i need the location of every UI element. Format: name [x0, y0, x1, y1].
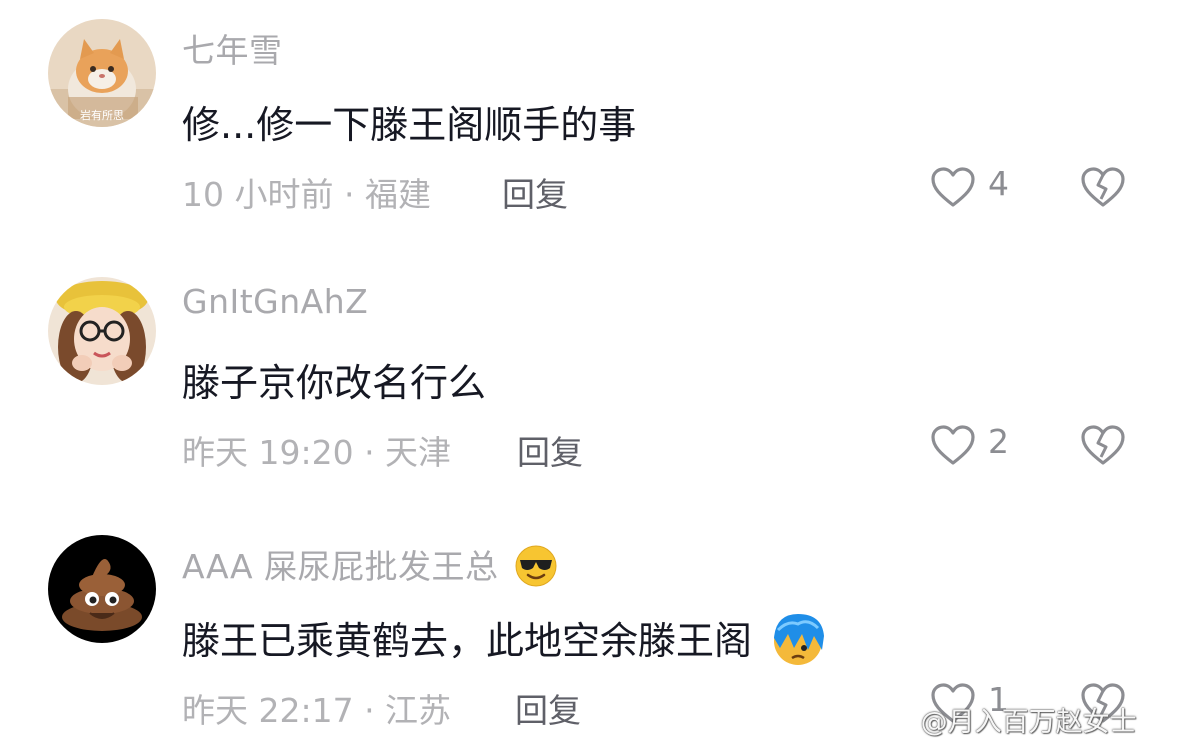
heart-outline-icon [931, 167, 975, 207]
reply-button[interactable]: 回复 [515, 684, 581, 732]
dislike-button[interactable] [1080, 166, 1128, 214]
broken-heart-icon [1081, 425, 1125, 465]
like-button[interactable]: 4 [930, 164, 1020, 212]
like-button[interactable]: 2 [930, 422, 1020, 470]
girl-avatar-image [48, 277, 156, 385]
weibo-logo-icon [872, 707, 913, 739]
comment-text: 滕王已乘黄鹤去，此地空余滕王阁 [182, 619, 753, 663]
username[interactable]: GnItGnAhZ [182, 282, 368, 321]
reply-button[interactable]: 回复 [517, 426, 583, 474]
like-count: 2 [988, 422, 1009, 461]
comment-text: 修...修一下滕王阁顺手的事 [182, 103, 637, 147]
comment-text: 滕子京你改名行么 [182, 361, 487, 405]
like-count: 4 [988, 164, 1009, 203]
username[interactable]: 七年雪 [182, 24, 283, 72]
poop-avatar-image [48, 535, 156, 643]
avatar[interactable] [48, 535, 156, 643]
dislike-button[interactable] [1080, 424, 1128, 472]
avatar[interactable] [48, 277, 156, 385]
reply-button[interactable]: 回复 [502, 168, 568, 216]
comment-text-row: 滕王已乘黄鹤去，此地空余滕王阁 [182, 610, 828, 668]
comment-meta: 昨天 19:20 · 天津 [182, 433, 452, 472]
comment-meta: 昨天 22:17 · 江苏 [182, 691, 452, 730]
comment-meta: 10 小时前 · 福建 [182, 175, 431, 214]
watermark-text: @月入百万赵女士 [920, 707, 1137, 738]
heart-outline-icon [931, 425, 975, 465]
sunglasses-emoji-icon [515, 545, 557, 586]
blue-hair-emoji-icon [774, 613, 825, 665]
watermark: @月入百万赵女士 [872, 700, 1137, 739]
username[interactable]: AAA 屎尿屁批发王总 [182, 547, 499, 586]
username-row[interactable]: AAA 屎尿屁批发王总 [182, 540, 558, 588]
avatar-caption: 岩有所思 [80, 109, 124, 122]
comment-item: 岩有所思 七年雪 修...修一下滕王阁顺手的事 10 小时前 · 福建 回复 4 [0, 0, 1179, 240]
avatar[interactable]: 岩有所思 [48, 19, 156, 127]
broken-heart-icon [1081, 167, 1125, 207]
comment-list: 岩有所思 七年雪 修...修一下滕王阁顺手的事 10 小时前 · 福建 回复 4 [0, 0, 1179, 745]
comment-item: GnItGnAhZ 滕子京你改名行么 昨天 19:20 · 天津 回复 2 [0, 258, 1179, 498]
